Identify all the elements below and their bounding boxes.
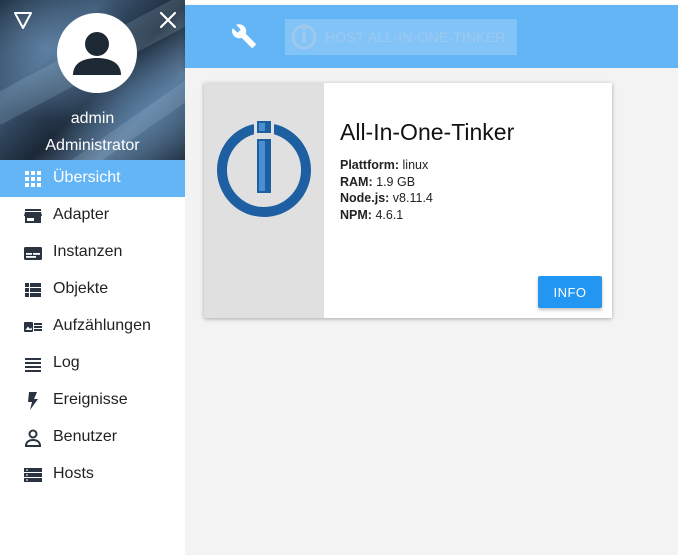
sidebar-item-label: Instanzen xyxy=(53,243,123,260)
sidebar-item-instanzen[interactable]: Instanzen xyxy=(0,234,185,271)
sidebar-item-label: Übersicht xyxy=(53,169,121,186)
sidebar-item-label: Benutzer xyxy=(53,428,118,445)
info-value: 4.6.1 xyxy=(375,207,404,222)
enums-icon xyxy=(23,317,43,337)
sidebar-item-hosts[interactable]: Hosts xyxy=(0,456,185,493)
info-row-ram: RAM: 1.9 GB xyxy=(340,174,433,191)
sidebar-item-label: Log xyxy=(53,354,80,371)
host-name-label: HOST ALL-IN-ONE-TINKER xyxy=(325,29,506,45)
hosts-icon xyxy=(23,465,43,485)
host-info-list: Plattform: linux RAM: 1.9 GB Node.js: v8… xyxy=(340,157,433,223)
instances-icon xyxy=(23,243,43,263)
iobroker-logo-icon xyxy=(217,118,311,217)
sidebar-item-uebersicht[interactable]: Übersicht xyxy=(0,160,185,197)
sidebar-item-adapter[interactable]: Adapter xyxy=(0,197,185,234)
sidebar-item-label: Aufzählungen xyxy=(53,317,151,334)
host-title: All-In-One-Tinker xyxy=(340,119,515,145)
wrench-icon[interactable] xyxy=(231,23,257,49)
avatar xyxy=(57,13,137,93)
sidebar: admin Administrator Übersicht Adapter In… xyxy=(0,0,185,555)
iobroker-logo-icon xyxy=(291,24,317,50)
sidebar-item-ereignisse[interactable]: Ereignisse xyxy=(0,382,185,419)
flash-icon xyxy=(23,391,43,411)
user-name: admin xyxy=(70,110,115,127)
user-role: Administrator xyxy=(45,137,140,154)
menu-toggle-icon[interactable] xyxy=(12,9,34,31)
sidebar-nav: Übersicht Adapter Instanzen Objekte Aufz… xyxy=(0,160,185,493)
sidebar-item-label: Adapter xyxy=(53,206,110,223)
sidebar-item-label: Hosts xyxy=(53,465,94,482)
sidebar-item-label: Ereignisse xyxy=(53,391,128,408)
store-icon xyxy=(23,206,43,226)
info-row-nodejs: Node.js: v8.11.4 xyxy=(340,190,433,207)
close-icon[interactable] xyxy=(157,9,179,31)
info-key: RAM: xyxy=(340,174,373,189)
info-key: Plattform: xyxy=(340,158,400,172)
user-profile-header: admin Administrator xyxy=(0,0,185,160)
user-icon xyxy=(23,428,43,448)
sidebar-item-log[interactable]: Log xyxy=(0,345,185,382)
host-selector[interactable]: HOST ALL-IN-ONE-TINKER xyxy=(285,19,517,55)
card-media xyxy=(204,83,324,318)
top-app-bar: HOST ALL-IN-ONE-TINKER xyxy=(185,5,678,68)
grid-icon xyxy=(23,169,43,189)
host-card: All-In-One-Tinker Plattform: linux RAM: … xyxy=(204,83,612,318)
info-value: linux xyxy=(402,158,429,172)
sidebar-item-label: Objekte xyxy=(53,280,109,297)
info-button[interactable]: INFO xyxy=(538,276,602,308)
info-key: NPM: xyxy=(340,207,372,222)
info-row-platform: Plattform: linux xyxy=(340,157,433,174)
list-icon xyxy=(23,280,43,300)
info-key: Node.js: xyxy=(340,191,390,205)
info-value: 1.9 GB xyxy=(376,174,416,189)
main-content: All-In-One-Tinker Plattform: linux RAM: … xyxy=(185,68,678,555)
log-icon xyxy=(23,354,43,374)
sidebar-item-objekte[interactable]: Objekte xyxy=(0,271,185,308)
sidebar-item-aufzaehlungen[interactable]: Aufzählungen xyxy=(0,308,185,345)
sidebar-item-benutzer[interactable]: Benutzer xyxy=(0,419,185,456)
info-value: v8.11.4 xyxy=(392,191,433,205)
info-row-npm: NPM: 4.6.1 xyxy=(340,207,433,224)
